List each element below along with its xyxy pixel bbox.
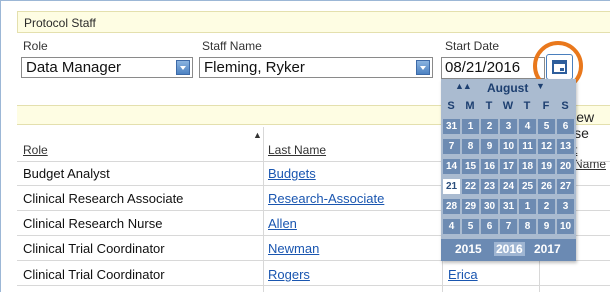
role-select[interactable]: Data Manager [21,57,193,78]
table-cell-role: Budget Analyst [23,166,110,181]
table-cell-first-name[interactable]: Erica [448,267,478,282]
calendar-day[interactable]: 31 [500,199,517,214]
calendar-day[interactable]: 24 [500,179,517,194]
calendar-day[interactable]: 26 [538,179,555,194]
calendar-day[interactable]: 14 [443,159,460,174]
calendar-day[interactable]: 2 [538,199,555,214]
calendar-day[interactable]: 1 [519,199,536,214]
table-cell-role: Clinical Research Nurse [23,216,163,231]
calendar-day[interactable]: 6 [481,219,498,234]
staff-name-select-value: Fleming, Ryker [204,59,305,76]
calendar-year-bar: 2015 2016 2017 [441,239,576,261]
calendar-day[interactable]: 18 [519,159,536,174]
calendar-weekday-label: T [523,100,531,112]
table-cell-role: Clinical Research Associate [23,191,184,206]
calendar-day[interactable]: 7 [500,219,517,234]
role-select-value: Data Manager [26,59,122,76]
calendar-day[interactable]: 29 [462,199,479,214]
calendar-day[interactable]: 27 [557,179,574,194]
calendar-day[interactable]: 7 [443,139,460,154]
calendar-day[interactable]: 22 [462,179,479,194]
calendar-year[interactable]: 2017 [534,242,561,256]
calendar-weekday-label: S [561,100,569,112]
role-label: Role [23,39,48,53]
staff-name-select[interactable]: Fleming, Ryker [199,57,433,78]
chevron-down-icon[interactable] [416,60,430,75]
calendar-day[interactable]: 10 [500,139,517,154]
calendar-day[interactable]: 5 [538,119,555,134]
calendar-day[interactable]: 9 [481,139,498,154]
table-cell-last-name[interactable]: Rogers [268,267,310,282]
calendar-day[interactable]: 15 [462,159,479,174]
calendar-day[interactable]: 20 [557,159,574,174]
calendar-day[interactable]: 25 [519,179,536,194]
calendar-day[interactable]: 8 [519,219,536,234]
calendar-day[interactable]: 31 [443,119,460,134]
down-arrow-icon[interactable]: ▼ [536,81,545,91]
protocol-staff-panel: Protocol Staff Role Staff Name Start Dat… [0,0,610,292]
calendar-day[interactable]: 10 [557,219,574,234]
column-header-role[interactable]: Role [23,143,48,157]
calendar-day[interactable]: 4 [443,219,460,234]
calendar-weekday-label: T [485,100,493,112]
calendar-day[interactable]: 4 [519,119,536,134]
calendar-header: ▲▲ August ▼ [441,79,576,97]
grid-line [17,285,610,286]
calendar-day[interactable]: 5 [462,219,479,234]
table-cell-last-name[interactable]: Newman [268,241,319,256]
column-header-last-name[interactable]: Last Name [268,143,326,157]
calendar-day[interactable]: 1 [462,119,479,134]
column-header-first-name[interactable]: t Name [574,143,610,171]
calendar-day[interactable]: 19 [538,159,555,174]
calendar-weekday-label: S [447,100,455,112]
table-cell-role: Clinical Trial Coordinator [23,241,165,256]
calendar-year[interactable]: 2016 [494,242,525,256]
calendar-weekday-label: W [502,100,514,112]
table-cell-last-name[interactable]: Allen [268,216,297,231]
calendar-day[interactable]: 11 [519,139,536,154]
calendar-day[interactable]: 12 [538,139,555,154]
calendar-day[interactable]: 9 [538,219,555,234]
calendar-day[interactable]: 3 [500,119,517,134]
staff-name-label: Staff Name [202,39,262,53]
calendar-day[interactable]: 2 [481,119,498,134]
calendar-day[interactable]: 21 [443,179,460,194]
chevron-down-icon[interactable] [176,60,190,75]
calendar-weekday-label: F [542,100,550,112]
calendar-day[interactable]: 3 [557,199,574,214]
calendar-day[interactable]: 8 [462,139,479,154]
panel-title: Protocol Staff [17,11,610,33]
calendar-day[interactable]: 6 [557,119,574,134]
calendar-month[interactable]: August [487,81,528,95]
date-picker-popup: ▲▲ August ▼ S M T W T F S 31 1 2 3 4 5 6 7 8 9 10 11 12 13 14… [441,79,576,261]
double-up-arrow-icon[interactable]: ▲▲ [455,81,472,91]
calendar-day[interactable]: 17 [500,159,517,174]
calendar-weekday-label: M [465,100,475,112]
calendar-day[interactable]: 28 [443,199,460,214]
table-cell-last-name[interactable]: Research-Associate [268,191,384,206]
sort-asc-icon[interactable]: ▲ [253,130,262,140]
start-date-input[interactable]: 08/21/2016 [441,57,545,79]
calendar-day[interactable]: 30 [481,199,498,214]
calendar-day[interactable]: 16 [481,159,498,174]
calendar-day[interactable]: 13 [557,139,574,154]
calendar-year[interactable]: 2015 [455,242,482,256]
calendar-day[interactable]: 23 [481,179,498,194]
start-date-label: Start Date [445,39,500,53]
table-cell-role: Clinical Trial Coordinator [23,267,165,282]
table-cell-last-name[interactable]: Budgets [268,166,316,181]
